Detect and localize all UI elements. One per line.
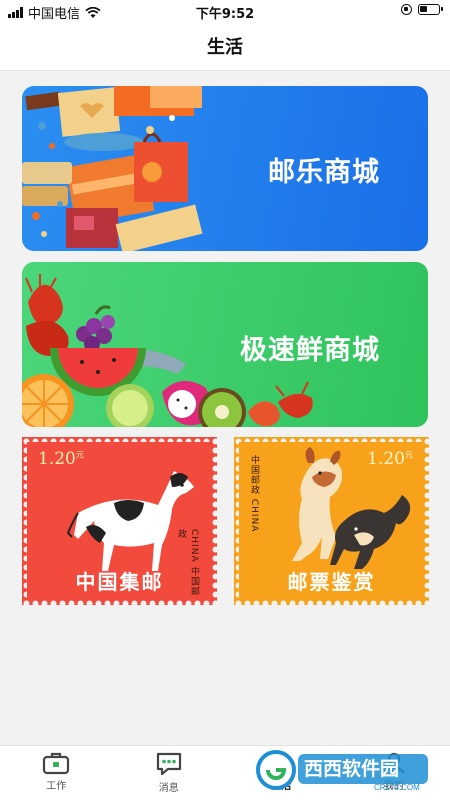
watermark-title: 西西软件园 (304, 757, 399, 780)
stamp-denomination: 1.20元 (38, 449, 84, 469)
banner-label: 极速鲜商城 (240, 328, 380, 367)
banner-label: 邮乐商城 (268, 150, 380, 189)
stamp-label: 中国集邮 (22, 566, 217, 595)
status-bar: 中国电信 下午9:52 (0, 0, 450, 22)
orientation-lock-icon (401, 4, 412, 15)
briefcase-icon (42, 751, 70, 775)
stamp-currency: 元 (405, 450, 413, 459)
page-title: 生活 (207, 33, 243, 59)
watermark-url: CR173.COM (374, 783, 420, 792)
youle-mall-banner[interactable]: 邮乐商城 (22, 86, 428, 251)
stamp-denomination: 1.20元 (367, 449, 413, 469)
stamp-appreciation[interactable]: 1.20元 中国邮政 CHINA 邮票鉴赏 (234, 437, 429, 605)
tab-work[interactable]: 工作 (0, 746, 113, 800)
stamp-currency: 元 (76, 450, 84, 459)
chat-icon (155, 751, 183, 777)
status-right (401, 4, 440, 15)
stamp-country: 中国邮政 CHINA (248, 455, 261, 532)
fresh-mall-banner[interactable]: 极速鲜商城 (22, 262, 428, 427)
status-time: 下午9:52 (0, 3, 450, 22)
tab-label: 工作 (46, 777, 66, 792)
battery-icon (418, 4, 440, 15)
china-philately-stamp[interactable]: 1.20元 CHINA 中国邮政 中国集邮 (22, 437, 217, 605)
nav-bar: 生活 (0, 22, 450, 71)
watermark-logo: 西西软件园 CR173.COM (254, 748, 434, 792)
tab-messages[interactable]: 消息 (113, 746, 226, 800)
tab-label: 消息 (159, 779, 179, 794)
stamp-label: 邮票鉴赏 (234, 566, 429, 595)
